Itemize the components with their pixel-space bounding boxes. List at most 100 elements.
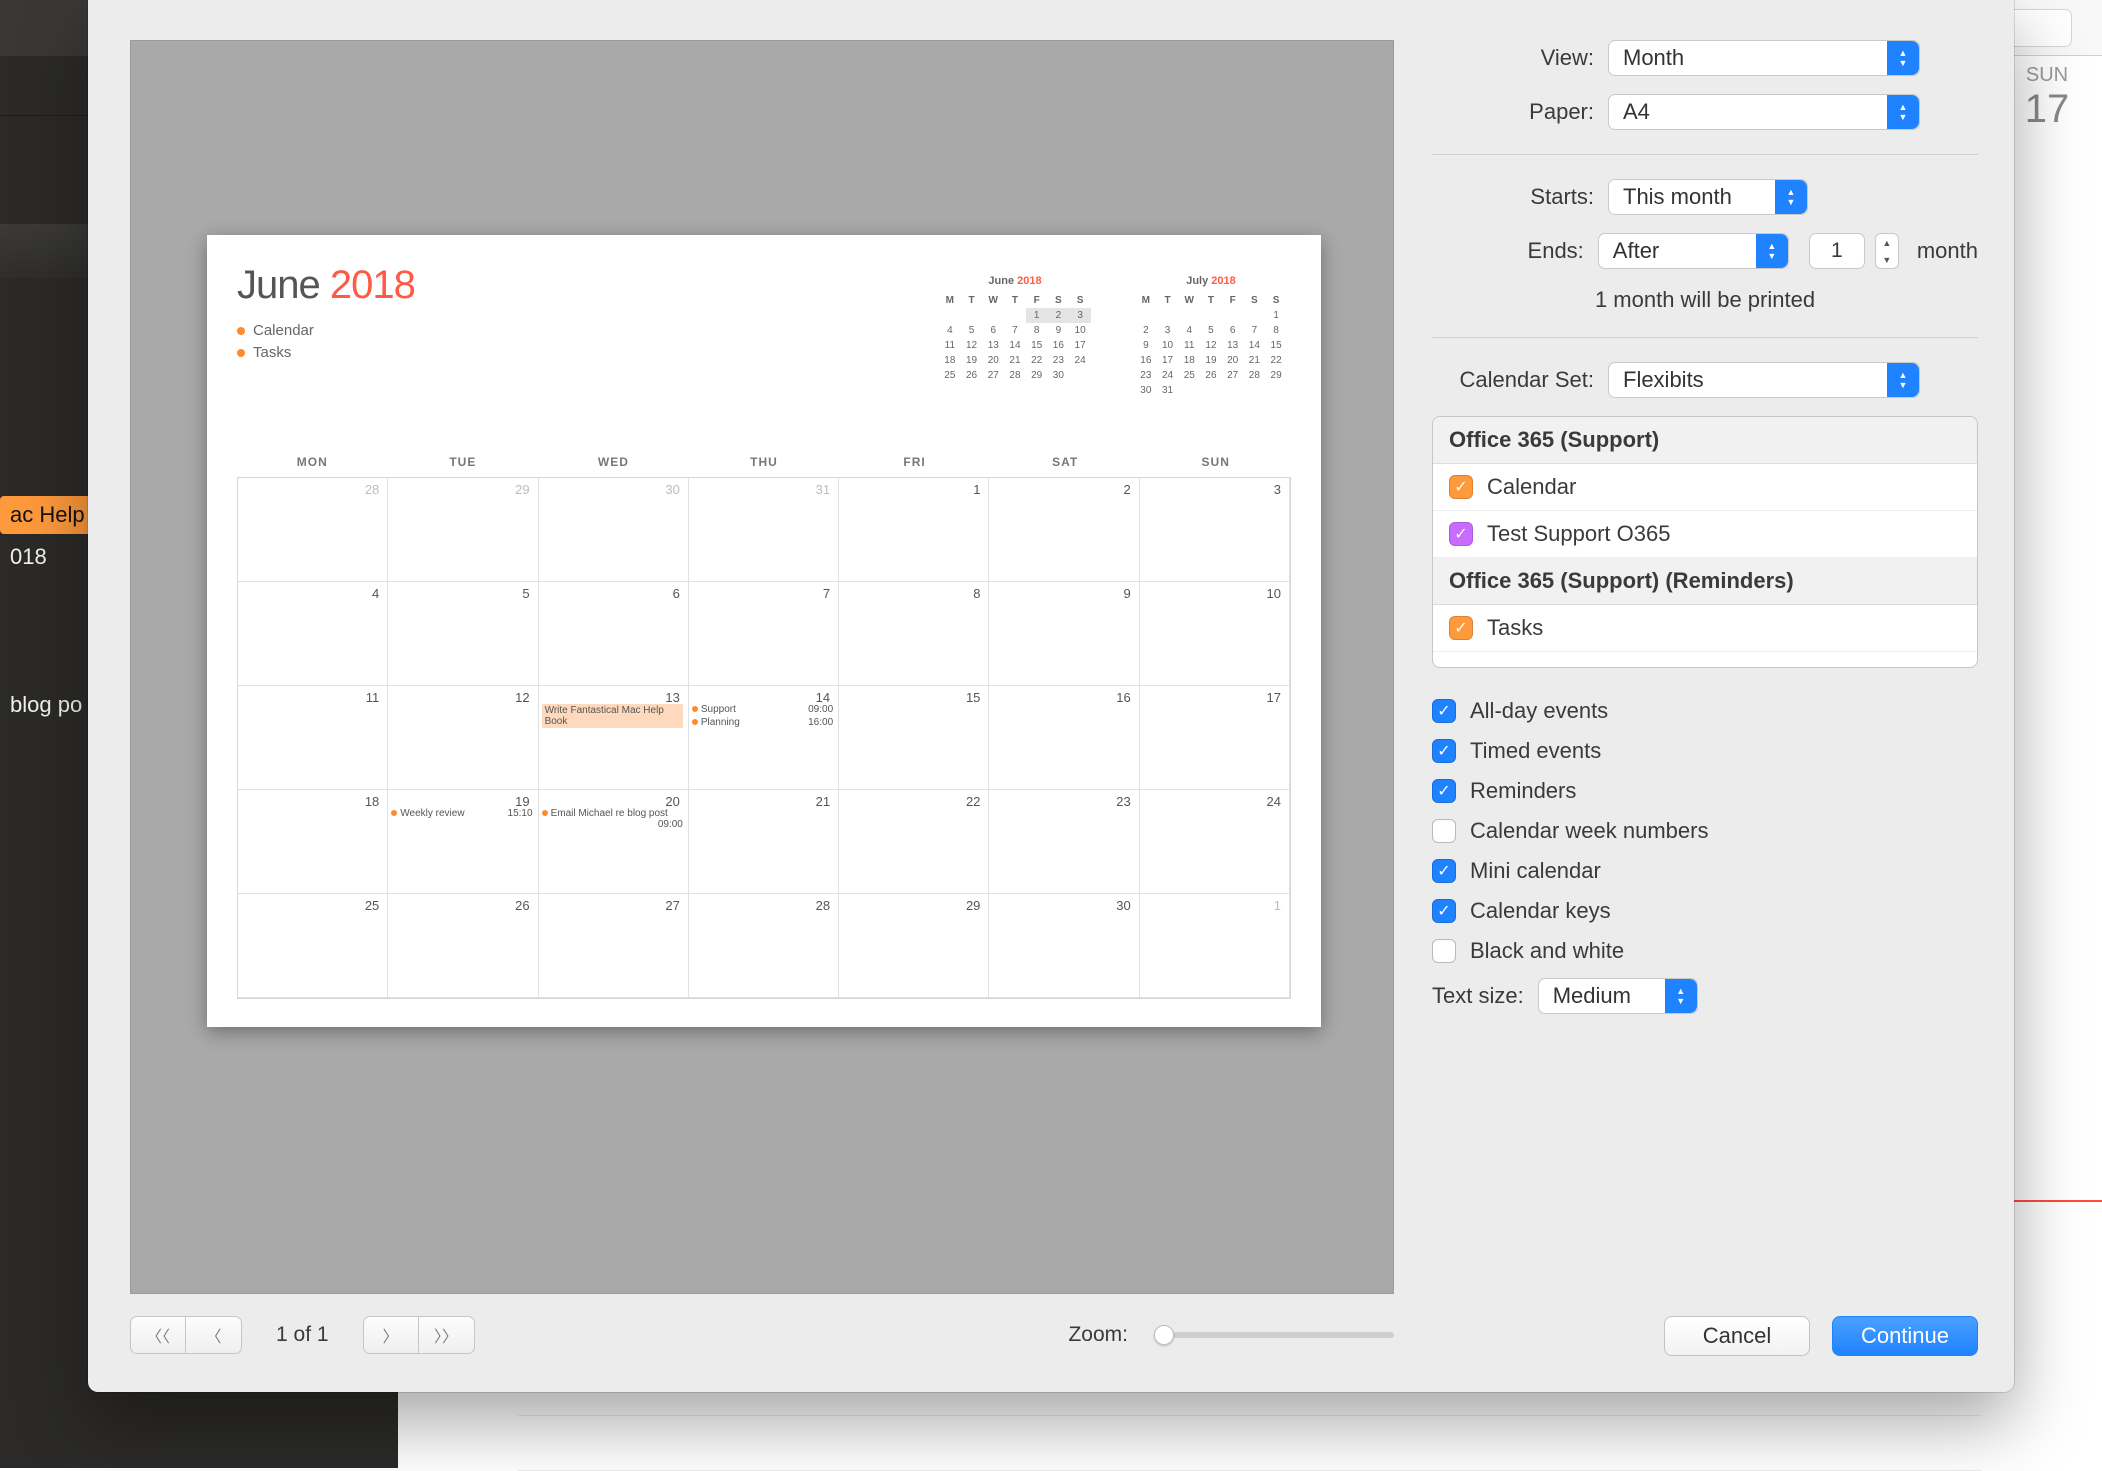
grid-day-cell: 31: [689, 478, 839, 582]
chevron-updown-icon: [1887, 41, 1919, 75]
option-label: Timed events: [1470, 738, 1601, 764]
grid-day-cell: 5: [388, 582, 538, 686]
grid-day-cell: 25: [238, 894, 388, 998]
option-checkbox[interactable]: [1432, 939, 1456, 963]
grid-weekday-header: FRI: [839, 455, 990, 475]
grid-day-cell: 16: [989, 686, 1139, 790]
pager-first-button[interactable]: 〈〈: [130, 1316, 186, 1354]
print-summary: 1 month will be printed: [1432, 287, 1978, 313]
option-label: Calendar keys: [1470, 898, 1611, 924]
grid-weekday-header: MON: [237, 455, 388, 475]
grid-day-cell: 20Email Michael re blog post 09:00: [539, 790, 689, 894]
zoom-slider-thumb[interactable]: [1154, 1325, 1174, 1345]
chevron-updown-icon: [1756, 234, 1788, 268]
grid-day-cell: 30: [989, 894, 1139, 998]
calendar-set-label: Calendar Set:: [1432, 367, 1594, 393]
print-option[interactable]: ✓All-day events: [1432, 698, 1978, 724]
grid-day-cell: 4: [238, 582, 388, 686]
view-label: View:: [1432, 45, 1594, 71]
grid-day-cell: 19Weekly review 15:10: [388, 790, 538, 894]
calendar-list-item[interactable]: ✓ Tasks: [1433, 605, 1977, 652]
option-label: Mini calendar: [1470, 858, 1601, 884]
mini-month: June 2018MTWTFSS123456789101112131415161…: [939, 275, 1091, 398]
calendar-checkbox[interactable]: ✓: [1449, 522, 1473, 546]
cancel-button[interactable]: Cancel: [1664, 1316, 1810, 1356]
option-checkbox[interactable]: ✓: [1432, 779, 1456, 803]
grid-weekday-header: WED: [538, 455, 689, 475]
chevron-updown-icon: [1665, 979, 1697, 1013]
grid-day-cell: 29: [839, 894, 989, 998]
calendar-item-label: Calendar: [1487, 474, 1576, 500]
mini-month: July 2018MTWTFSS123456789101112131415161…: [1135, 275, 1287, 398]
print-dialog: June 2018 CalendarTasks June 2018MTWTFSS…: [88, 0, 2014, 1392]
calendar-list-item[interactable]: ✓ Calendar: [1433, 464, 1977, 511]
grid-weekday-header: SUN: [1140, 455, 1291, 475]
grid-weekday-header: SAT: [990, 455, 1141, 475]
grid-day-cell: 30: [539, 478, 689, 582]
duration-unit: month: [1917, 238, 1978, 264]
chevron-updown-icon: [1887, 363, 1919, 397]
print-option[interactable]: ✓ Calendar keys: [1432, 898, 1978, 924]
option-checkbox[interactable]: ✓: [1432, 699, 1456, 723]
ends-select[interactable]: After: [1598, 233, 1789, 269]
grid-day-cell: 7: [689, 582, 839, 686]
option-checkbox[interactable]: ✓: [1432, 859, 1456, 883]
option-label: Black and white: [1470, 938, 1624, 964]
grid-day-cell: 18: [238, 790, 388, 894]
starts-label: Starts:: [1432, 184, 1594, 210]
zoom-slider[interactable]: [1154, 1332, 1394, 1338]
option-checkbox[interactable]: ✓: [1432, 899, 1456, 923]
calendar-item-label: Test Support O365: [1487, 521, 1670, 547]
grid-day-cell: 3: [1140, 478, 1290, 582]
pager-next-button[interactable]: 〉: [363, 1316, 419, 1354]
grid-day-cell: 2: [989, 478, 1139, 582]
print-option[interactable]: ✓Reminders: [1432, 778, 1978, 804]
grid-weekday-header: THU: [689, 455, 840, 475]
text-size-select[interactable]: Medium: [1538, 978, 1698, 1014]
starts-select[interactable]: This month: [1608, 179, 1808, 215]
grid-day-cell: 8: [839, 582, 989, 686]
grid-day-cell: 1: [839, 478, 989, 582]
grid-day-cell: 27: [539, 894, 689, 998]
print-option[interactable]: Black and white: [1432, 938, 1978, 964]
grid-day-cell: 6: [539, 582, 689, 686]
calendar-checkbox[interactable]: ✓: [1449, 475, 1473, 499]
duration-stepper[interactable]: 1: [1809, 233, 1865, 269]
print-preview-pane: June 2018 CalendarTasks June 2018MTWTFSS…: [130, 40, 1394, 1294]
grid-day-cell: 23: [989, 790, 1139, 894]
option-checkbox[interactable]: [1432, 819, 1456, 843]
paper-select[interactable]: A4: [1608, 94, 1920, 130]
grid-day-cell: 22: [839, 790, 989, 894]
ends-label: Ends:: [1432, 238, 1584, 264]
chevron-updown-icon: [1775, 180, 1807, 214]
calendar-item-label: Tasks: [1487, 615, 1543, 641]
calendar-list[interactable]: Office 365 (Support) ✓ Calendar ✓ Test Suppo…: [1432, 416, 1978, 668]
grid-weekday-header: TUE: [388, 455, 539, 475]
option-label: Calendar week numbers: [1470, 818, 1708, 844]
calendar-group-header: Office 365 (Support): [1433, 417, 1977, 464]
grid-day-cell: 10: [1140, 582, 1290, 686]
grid-day-cell: 11: [238, 686, 388, 790]
pager-last-button[interactable]: 〉〉: [419, 1316, 475, 1354]
grid-day-cell: 29: [388, 478, 538, 582]
grid-day-cell: 28: [238, 478, 388, 582]
continue-button[interactable]: Continue: [1832, 1316, 1978, 1356]
calendar-set-select[interactable]: Flexibits: [1608, 362, 1920, 398]
chevron-updown-icon: [1887, 95, 1919, 129]
stepper-arrows[interactable]: ▲▼: [1875, 233, 1899, 269]
pager-prev-button[interactable]: 〈: [186, 1316, 242, 1354]
paper-label: Paper:: [1432, 99, 1594, 125]
view-select[interactable]: Month: [1608, 40, 1920, 76]
grid-day-cell: 1: [1140, 894, 1290, 998]
option-checkbox[interactable]: ✓: [1432, 739, 1456, 763]
print-option[interactable]: ✓ Timed events: [1432, 738, 1978, 764]
calendar-checkbox[interactable]: ✓: [1449, 616, 1473, 640]
calendar-list-item[interactable]: ✓ Test Support O365: [1433, 511, 1977, 558]
print-option[interactable]: ✓ Mini calendar: [1432, 858, 1978, 884]
grid-day-cell: 21: [689, 790, 839, 894]
text-size-label: Text size:: [1432, 983, 1524, 1009]
print-option[interactable]: Calendar week numbers: [1432, 818, 1978, 844]
calendar-group-header: Office 365 (Support) (Reminders): [1433, 558, 1977, 605]
grid-day-cell: 26: [388, 894, 538, 998]
grid-day-cell: 28: [689, 894, 839, 998]
